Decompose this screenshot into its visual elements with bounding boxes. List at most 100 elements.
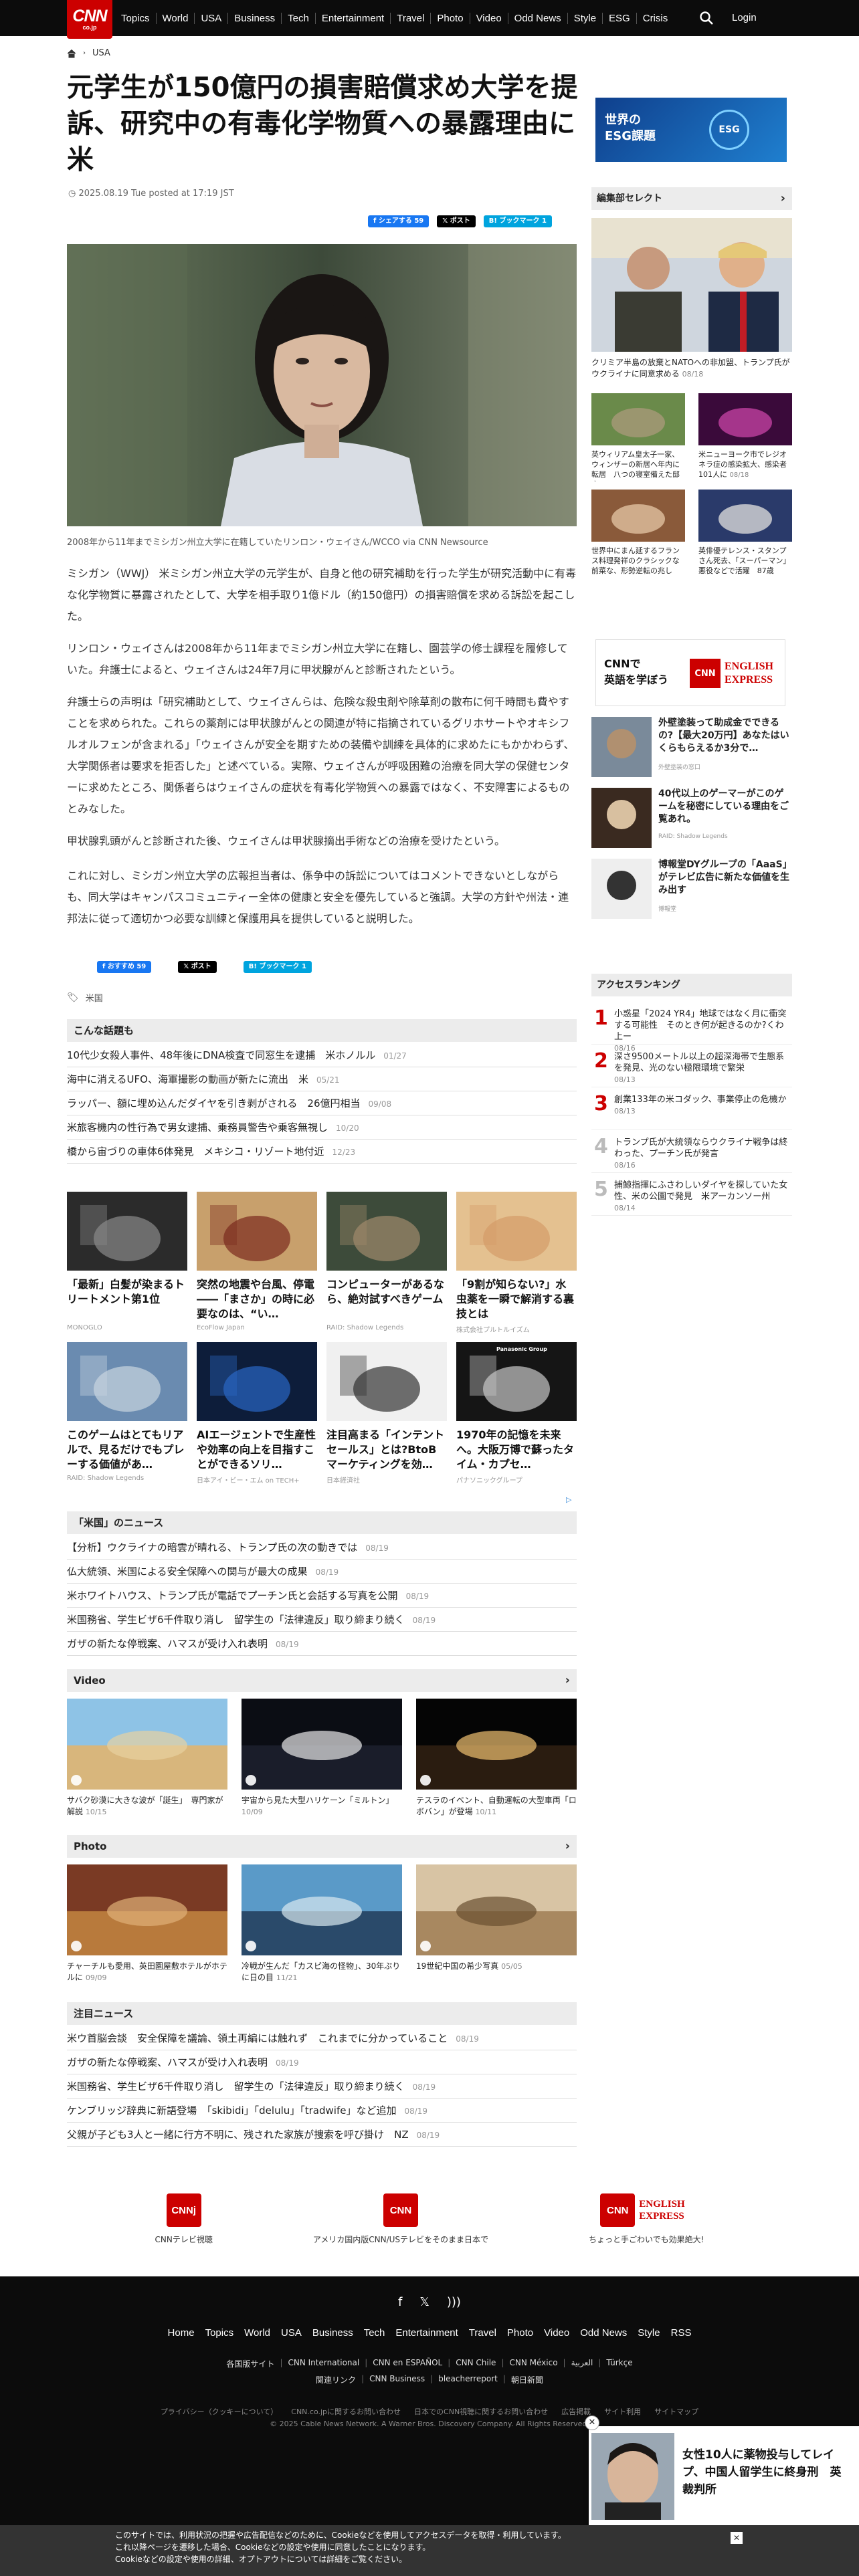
- list-item[interactable]: 米旅客機内の性行為で男女逮捕、乗務員警告や乗客無視し 10/20: [67, 1115, 577, 1140]
- list-item[interactable]: 父親が子ども3人と一緒に行方不明に、残された家族が捜索を呼び掛け NZ 08/19: [67, 2123, 577, 2147]
- list-item[interactable]: ガザの新たな停戦案、ハマスが受け入れ表明 08/19: [67, 1632, 577, 1656]
- list-item[interactable]: 【分析】ウクライナの暗雲が晴れる、トランプ氏の次の動きでは 08/19: [67, 1535, 577, 1560]
- pick-card[interactable]: 世界中にまん延するフランス料理発祥のクラシックな前菜な、形勢逆転の兆し 08/1…: [591, 490, 685, 578]
- footer-legal-link[interactable]: 広告掲載: [561, 2406, 591, 2417]
- list-item[interactable]: ラッパー、額に埋め込んだダイヤを引き剥がされる 26億円相当 09/08: [67, 1091, 577, 1115]
- cnn-logo[interactable]: CNN co.jp: [67, 0, 112, 39]
- photo-card[interactable]: チャーチルも愛用、英田園屋敷ホテルがホテルに 09/09: [67, 1864, 227, 1983]
- footer-related-link[interactable]: CNN Business: [369, 2374, 425, 2385]
- facebook-recommend-button[interactable]: f おすすめ 59: [97, 961, 152, 973]
- home-icon[interactable]: [67, 49, 76, 58]
- footer-link[interactable]: Entertainment: [395, 2327, 458, 2339]
- footer-link[interactable]: Business: [312, 2327, 353, 2339]
- list-item[interactable]: 米ホワイトハウス、トランプ氏が電話でプーチン氏と会話する写真を公開 08/19: [67, 1584, 577, 1608]
- list-item[interactable]: 橋から宙づりの車体6体発見 メキシコ・リゾート地付近 12/23: [67, 1140, 577, 1164]
- footer-site-link[interactable]: CNN en ESPAÑOL: [373, 2358, 442, 2369]
- search-icon[interactable]: [698, 10, 714, 26]
- footer-site-link[interactable]: CNN México: [509, 2358, 557, 2369]
- sponsored-card[interactable]: 「9割が知らない?」水虫薬を一瞬で解消する裏技とは 株式会社プルトルイズム: [456, 1192, 577, 1334]
- footer-related-link[interactable]: 朝日新聞: [511, 2374, 543, 2385]
- hatena-bookmark-button[interactable]: B! ブックマーク 1: [483, 215, 552, 227]
- facebook-icon[interactable]: f: [398, 2295, 402, 2309]
- ranking-item[interactable]: 2 深さ9500メートル以上の超深海帯で生態系を発見、光のない極限環境で繁栄 08/…: [591, 1045, 792, 1087]
- sponsored-card[interactable]: AIエージェントで生産性や効率の向上を目指すことができるソリ… 日本アイ・ビー・エ…: [197, 1342, 317, 1485]
- footer-link[interactable]: Travel: [469, 2327, 496, 2339]
- login-link[interactable]: Login: [732, 0, 757, 36]
- video-card[interactable]: サバク砂漠に大きな波が「誕生」 専門家が解説 10/15: [67, 1699, 227, 1818]
- footer-link[interactable]: Topics: [205, 2327, 234, 2339]
- english-express-banner[interactable]: CNNで 英語を学ぼう CNN ENGLISH EXPRESS: [595, 639, 785, 706]
- pick-main-title[interactable]: クリミア半島の放棄とNATOへの非加盟、トランプ氏がウクライナに同意求める 08…: [591, 357, 792, 380]
- photo-card[interactable]: 19世紀中国の希少写真 05/05: [416, 1864, 577, 1983]
- nav-item[interactable]: USA: [194, 12, 227, 24]
- pick-main-image[interactable]: [591, 218, 792, 352]
- footer-service[interactable]: CNN ENGLISH EXPRESS ちょっと手ごわいでも効果絶大!: [589, 2193, 704, 2245]
- footer-legal-link[interactable]: 日本でのCNN視聴に関するお問い合わせ: [414, 2406, 548, 2417]
- sidebar-ad[interactable]: 博報堂DYグループの「AaaS」がテレビ広告に新たな価値を生み出す 博報堂: [591, 859, 792, 919]
- footer-legal-link[interactable]: プライバシー（クッキーについて）: [161, 2406, 278, 2417]
- x-icon[interactable]: 𝕏: [419, 2295, 430, 2309]
- ranking-item[interactable]: 3 創業133年の米コダック、事業停止の危機か 08/13: [591, 1087, 792, 1130]
- rss-icon[interactable]: ))): [447, 2295, 461, 2309]
- nav-item[interactable]: Crisis: [636, 12, 674, 24]
- close-icon[interactable]: ✕: [585, 2416, 599, 2430]
- nav-item[interactable]: Travel: [390, 12, 430, 24]
- photo-heading[interactable]: Photo ›: [67, 1835, 577, 1858]
- footer-legal-link[interactable]: CNN.co.jpに関するお問い合わせ: [291, 2406, 401, 2417]
- sidebar-ad[interactable]: 40代以上のゲーマーがこのゲームを秘密にしている理由をご覧あれ。 RAID: Sh…: [591, 788, 792, 848]
- list-item[interactable]: ガザの新たな停戦案、ハマスが受け入れ表明 08/19: [67, 2050, 577, 2074]
- close-icon[interactable]: ✕: [731, 2532, 743, 2544]
- list-item[interactable]: 米国務省、学生ビザ6千件取り消し 留学生の「法律違反」取り締まり続く 08/19: [67, 2074, 577, 2099]
- footer-service[interactable]: CNNj CNNテレビ視聴: [155, 2193, 213, 2245]
- editor-picks-heading[interactable]: 編集部セレクト ›: [591, 187, 792, 210]
- sponsored-card[interactable]: コンピューターがあるなら、絶対試すべきゲーム RAID: Shadow Legen…: [326, 1192, 447, 1334]
- adchoices-icon[interactable]: ▷: [566, 1495, 571, 1504]
- footer-link[interactable]: Home: [168, 2327, 195, 2339]
- list-item[interactable]: 米ウ首脳会談 安全保障を議論、領土再編には触れず これまでに分かっていること 08…: [67, 2026, 577, 2050]
- footer-site-link[interactable]: CNN International: [288, 2358, 359, 2369]
- video-card[interactable]: 宇宙から見た大型ハリケーン「ミルトン」 10/09: [242, 1699, 402, 1818]
- pick-card[interactable]: 米ニューヨーク市でレジオネラ症の感染拡大、感染者101人に 08/18: [698, 393, 792, 481]
- x-post-button[interactable]: 𝕏 ポスト: [178, 961, 217, 973]
- x-post-button[interactable]: 𝕏 ポスト: [437, 215, 476, 227]
- footer-legal-link[interactable]: サイトマップ: [654, 2406, 698, 2417]
- footer-link[interactable]: USA: [281, 2327, 302, 2339]
- nav-item[interactable]: Photo: [430, 12, 469, 24]
- sponsored-card[interactable]: 注目高まる「インテントセールス」とは?BtoBマーケティングを効… 日本経済社: [326, 1342, 447, 1485]
- list-item[interactable]: 海中に消えるUFO、海軍撮影の動画が新たに流出 米 05/21: [67, 1067, 577, 1091]
- footer-legal-link[interactable]: サイト利用: [604, 2406, 641, 2417]
- hatena-bookmark-button[interactable]: B! ブックマーク 1: [243, 961, 312, 973]
- nav-item[interactable]: Topics: [115, 13, 156, 24]
- sponsored-card[interactable]: 「最新」白髪が染まるトリートメント第1位 MONOGLO: [67, 1192, 187, 1334]
- footer-related-link[interactable]: bleacherreport: [438, 2374, 498, 2385]
- esg-banner[interactable]: 世界の ESG課題 ESG: [595, 98, 787, 162]
- nav-item[interactable]: Video: [469, 12, 508, 24]
- footer-link[interactable]: Video: [544, 2327, 569, 2339]
- footer-site-link[interactable]: العربية: [571, 2358, 593, 2369]
- nav-item[interactable]: World: [155, 12, 195, 24]
- footer-link[interactable]: World: [244, 2327, 270, 2339]
- pick-card[interactable]: 英ウィリアム皇太子一家、ウィンザーの新居へ年内に転居 八つの寝室備えた邸宅 08…: [591, 393, 685, 481]
- list-item[interactable]: ケンブリッジ辞典に新語登場 「skibidi」「delulu」「tradwife…: [67, 2099, 577, 2123]
- list-item[interactable]: 10代少女殺人事件、48年後にDNA検査で同窓生を逮捕 米ホノルル 01/27: [67, 1043, 577, 1067]
- ranking-item[interactable]: 4 トランプ氏が大統領ならウクライナ戦争は終わった、プーチン氏が発言 08/16: [591, 1130, 792, 1173]
- sponsored-card[interactable]: このゲームはとてもリアルで、見るだけでもプレーする価値があ… RAID: Shad…: [67, 1342, 187, 1485]
- footer-site-link[interactable]: Türkçe: [606, 2358, 632, 2369]
- nav-item[interactable]: ESG: [602, 12, 636, 24]
- nav-item[interactable]: Entertainment: [314, 12, 390, 24]
- footer-link[interactable]: Odd News: [580, 2327, 627, 2339]
- photo-card[interactable]: 冷戦が生んだ「カスピ海の怪物」、30年ぶりに日の目 11/21: [242, 1864, 402, 1983]
- list-item[interactable]: 米国務省、学生ビザ6千件取り消し 留学生の「法律違反」取り締まり続く 08/19: [67, 1608, 577, 1632]
- tag-link[interactable]: 米国: [86, 991, 103, 1004]
- footer-link[interactable]: RSS: [671, 2327, 692, 2339]
- nav-item[interactable]: Odd News: [507, 12, 567, 24]
- sponsored-card[interactable]: 突然の地震や台風、停電――「まさか」の時に必要なのは、“い… EcoFlow Ja…: [197, 1192, 317, 1334]
- facebook-share-button[interactable]: f シェアする 59: [368, 215, 430, 227]
- nav-item[interactable]: Tech: [281, 12, 315, 24]
- video-heading[interactable]: Video ›: [67, 1669, 577, 1692]
- footer-site-link[interactable]: CNN Chile: [456, 2358, 496, 2369]
- footer-link[interactable]: Style: [638, 2327, 660, 2339]
- footer-link[interactable]: Photo: [507, 2327, 533, 2339]
- footer-service[interactable]: CNN アメリカ国内版CNN/USテレビをそのまま日本で: [313, 2193, 488, 2245]
- nav-item[interactable]: Business: [227, 12, 281, 24]
